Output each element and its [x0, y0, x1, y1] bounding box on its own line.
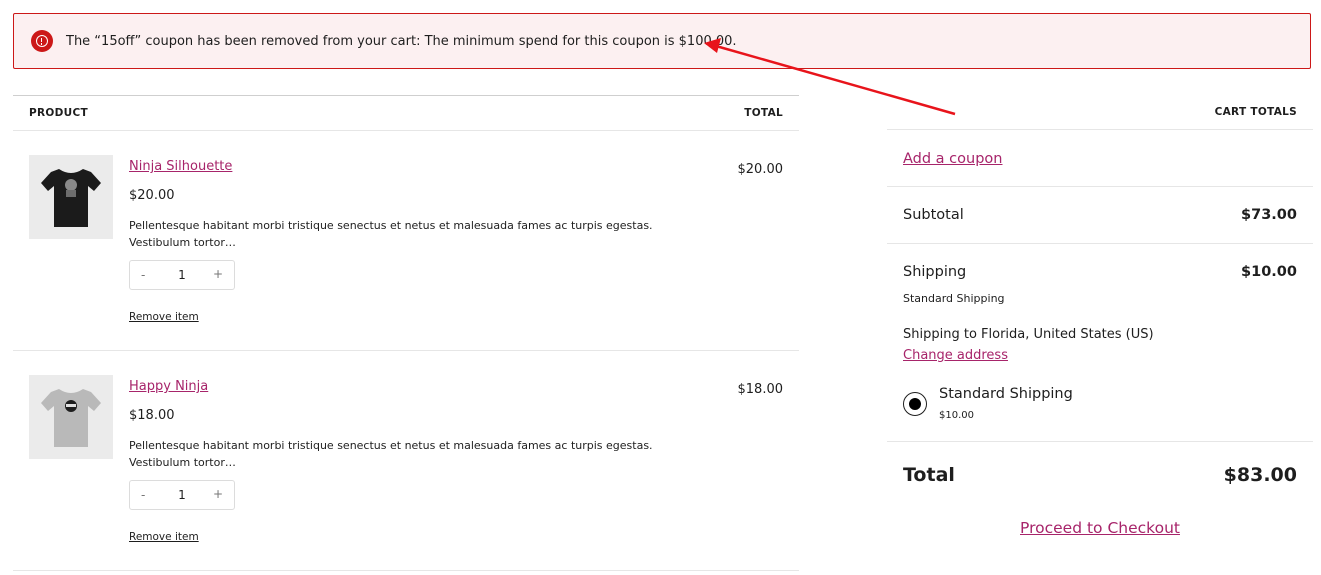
- product-thumbnail[interactable]: [29, 375, 113, 459]
- subtotal-label: Subtotal: [903, 207, 964, 223]
- cart-items-table: PRODUCT TOTAL Ninja Silhouette $20.00 Pe…: [13, 95, 799, 571]
- column-header-product: PRODUCT: [29, 107, 88, 119]
- quantity-stepper: - 1 +: [129, 480, 235, 510]
- cart-item: Happy Ninja $18.00 Pellentesque habitant…: [13, 351, 799, 571]
- notice-message: The “15off” coupon has been removed from…: [66, 34, 737, 49]
- cart-totals-panel: CART TOTALS Add a coupon Subtotal $73.00…: [887, 95, 1313, 537]
- column-header-total: TOTAL: [744, 107, 783, 119]
- coupon-error-notice: The “15off” coupon has been removed from…: [13, 13, 1311, 69]
- shipping-label: Shipping: [903, 264, 967, 280]
- product-description: Pellentesque habitant morbi tristique se…: [129, 219, 653, 249]
- shipping-value: $10.00: [1241, 264, 1297, 280]
- subtotal-value: $73.00: [1241, 207, 1297, 223]
- shipping-option-price: $10.00: [939, 410, 974, 421]
- shipping-option-name[interactable]: Standard Shipping: [939, 386, 1073, 402]
- line-total: $18.00: [737, 382, 784, 397]
- shipping-destination: Shipping to Florida, United States (US): [903, 327, 1154, 342]
- proceed-to-checkout-link[interactable]: Proceed to Checkout: [887, 519, 1313, 537]
- quantity-stepper: - 1 +: [129, 260, 235, 290]
- change-address-link[interactable]: Change address: [903, 348, 1008, 363]
- product-price: $20.00: [129, 188, 175, 203]
- cart-item: Ninja Silhouette $20.00 Pellentesque hab…: [13, 131, 799, 351]
- cart-table-header: PRODUCT TOTAL: [13, 95, 799, 131]
- shipping-method: Standard Shipping: [903, 292, 1005, 305]
- product-description: Pellentesque habitant morbi tristique se…: [129, 439, 653, 469]
- cart-totals-heading: CART TOTALS: [1214, 106, 1297, 118]
- coupon-row: Add a coupon: [887, 130, 1313, 187]
- quantity-increase-button[interactable]: +: [213, 267, 223, 281]
- error-icon: [31, 30, 53, 52]
- product-name-link[interactable]: Happy Ninja: [129, 379, 208, 394]
- total-value: $83.00: [1223, 464, 1297, 486]
- add-coupon-link[interactable]: Add a coupon: [903, 151, 1002, 167]
- remove-item-link[interactable]: Remove item: [129, 531, 199, 543]
- order-total-row: Total $83.00: [887, 442, 1313, 508]
- product-name-link[interactable]: Ninja Silhouette: [129, 159, 232, 174]
- shipping-section: Shipping $10.00 Standard Shipping Shippi…: [887, 244, 1313, 442]
- shipping-option-radio[interactable]: [903, 392, 927, 416]
- cart-totals-header: CART TOTALS: [887, 95, 1313, 130]
- total-label: Total: [903, 464, 955, 486]
- quantity-increase-button[interactable]: +: [213, 487, 223, 501]
- subtotal-row: Subtotal $73.00: [887, 187, 1313, 244]
- product-price: $18.00: [129, 408, 175, 423]
- remove-item-link[interactable]: Remove item: [129, 311, 199, 323]
- product-thumbnail[interactable]: [29, 155, 113, 239]
- line-total: $20.00: [737, 162, 784, 177]
